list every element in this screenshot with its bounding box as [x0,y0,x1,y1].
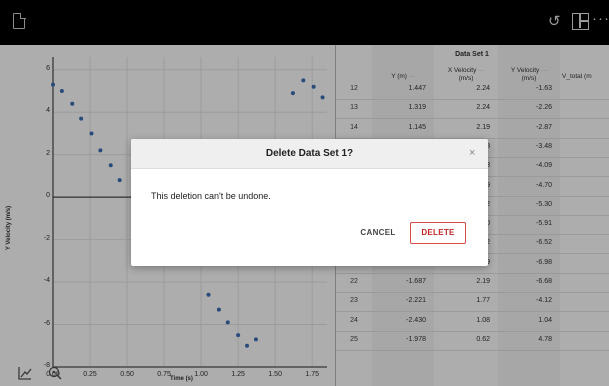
delete-dialog: Delete Data Set 1? × This deletion can't… [131,139,488,266]
top-toolbar: ↺ ··· [0,0,609,45]
cancel-button[interactable]: CANCEL [353,223,403,243]
dialog-title: Delete Data Set 1? [265,148,354,159]
more-icon[interactable]: ··· [592,10,609,27]
delete-button[interactable]: DELETE [410,222,466,244]
document-icon[interactable] [13,12,26,29]
dialog-header: Delete Data Set 1? × [131,139,488,169]
close-icon[interactable]: × [469,147,475,159]
app-window: ↺ ··· Y Velocity (m/s) Time (s) 6 4 2 0 -2 -4… [0,0,609,386]
layout-icon[interactable] [572,13,589,30]
undo-icon[interactable]: ↺ [548,12,561,30]
dialog-message: This deletion can't be undone. [151,191,271,201]
